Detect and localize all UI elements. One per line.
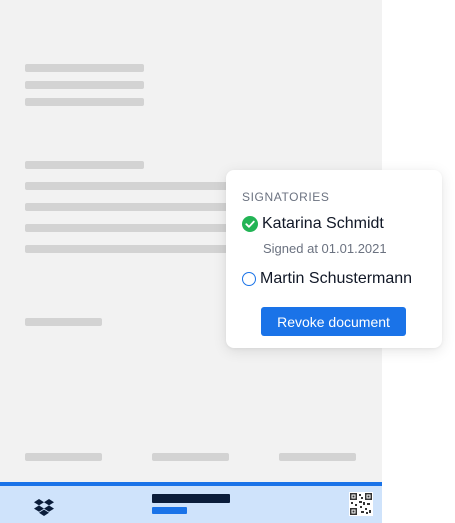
qr-code-icon (349, 492, 373, 516)
revoke-document-button[interactable]: Revoke document (261, 307, 406, 336)
signatory-name: Katarina Schmidt (262, 215, 384, 232)
signatories-popover: SIGNATORIES Katarina Schmidt Signed at 0… (226, 170, 442, 348)
signatories-title: SIGNATORIES (242, 190, 330, 204)
signatory-item: Martin Schustermann (242, 270, 412, 288)
placeholder-line (25, 245, 255, 253)
check-circle-icon (242, 216, 258, 232)
document-footer (0, 482, 382, 523)
placeholder-line (25, 161, 144, 169)
signed-timestamp: Signed at 01.01.2021 (263, 241, 387, 256)
empty-circle-icon (242, 272, 256, 286)
signature-line (279, 453, 356, 461)
placeholder-line (25, 64, 144, 72)
signatory-item: Katarina Schmidt (242, 215, 384, 233)
signatory-name: Martin Schustermann (260, 270, 413, 287)
footer-title-bar (152, 494, 230, 503)
signature-line (152, 453, 229, 461)
placeholder-line (25, 203, 255, 211)
dropbox-logo-icon (34, 496, 56, 518)
placeholder-line (25, 182, 255, 190)
placeholder-line (25, 318, 102, 326)
placeholder-line (25, 224, 255, 232)
signature-line (25, 453, 102, 461)
placeholder-line (25, 98, 144, 106)
placeholder-line (25, 81, 144, 89)
footer-link-bar (152, 507, 187, 514)
